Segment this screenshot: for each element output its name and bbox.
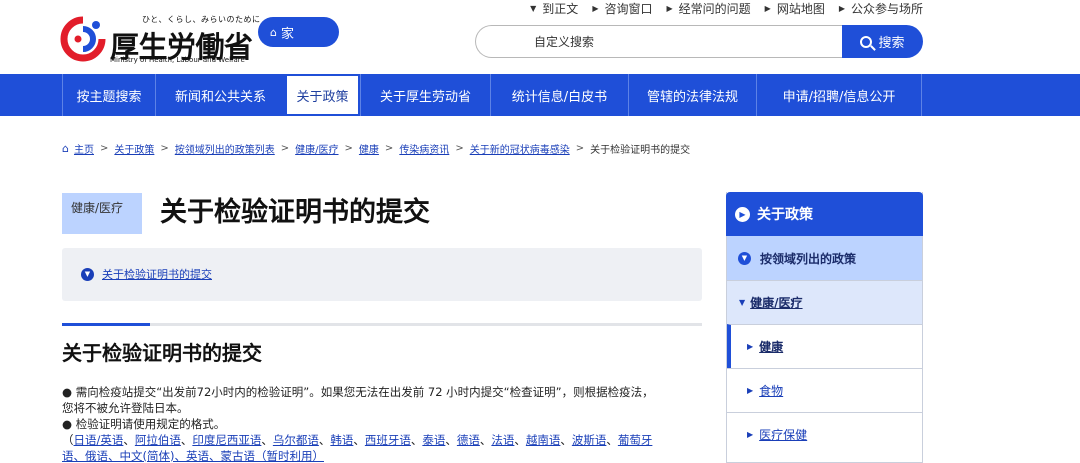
language-links-continued[interactable]: 语、俄语、中文(简体)、英语、蒙古语（暂时利用） <box>62 448 702 463</box>
language-link[interactable]: 印度尼西亚语 <box>192 433 261 447</box>
ministry-logo[interactable]: ひと、くらし、みらいのために 厚生労働省 Ministry of Health,… <box>60 14 260 66</box>
breadcrumb-separator: > <box>455 142 464 154</box>
language-links: （日语/英语、阿拉伯语、印度尼西亚语、乌尔都语、韩语、西班牙语、泰语、德语、法语… <box>62 433 653 447</box>
triangle-right-icon: ▶ <box>764 3 771 13</box>
nav-item-topic-search[interactable]: 按主题搜索 <box>62 74 155 116</box>
breadcrumb-separator: > <box>280 142 290 154</box>
utility-link-main-content[interactable]: ▼ 到正文 <box>530 0 578 17</box>
page-title: 关于检验证明书的提交 <box>160 197 430 228</box>
triangle-right-icon: ▶ <box>747 430 754 439</box>
utility-link-faq[interactable]: ▶ 经常问的问题 <box>666 0 750 17</box>
triangle-right-icon: ▶ <box>747 386 754 395</box>
logo-english-name: Ministry of Health, Labour and Welfare <box>110 56 245 64</box>
nav-item-statistics[interactable]: 统计信息/白皮书 <box>490 74 628 116</box>
side-nav: ▶ 关于政策 ▼ 按领域列出的政策 ▼ 健康/医疗 ▶ 健康 ▶ 食物 ▶ 医疗… <box>726 192 923 463</box>
utility-link-contact[interactable]: ▶ 咨询窗口 <box>592 0 652 17</box>
home-icon: ⌂ <box>270 25 277 39</box>
side-nav-title[interactable]: ▶ 关于政策 <box>726 192 923 236</box>
chevron-down-icon: ▼ <box>738 251 751 265</box>
triangle-right-icon: ▶ <box>666 3 673 13</box>
ministry-logo-mark-icon <box>60 16 106 62</box>
language-link[interactable]: 葡萄牙 <box>618 433 653 447</box>
chevron-down-icon: ▼ <box>81 267 94 281</box>
search-icon <box>860 35 873 48</box>
side-nav-item-health[interactable]: ▶ 健康 <box>727 324 922 368</box>
home-label: 家 <box>280 26 294 42</box>
nav-item-policy[interactable]: 关于政策 <box>285 74 360 116</box>
language-link[interactable]: 德语 <box>457 433 480 447</box>
breadcrumb-link-policy-list[interactable]: 按领域列出的政策列表 <box>175 141 275 156</box>
nav-item-news[interactable]: 新闻和公共关系 <box>155 74 285 116</box>
triangle-right-icon: ▼ <box>530 3 537 13</box>
language-link[interactable]: 波斯语 <box>572 433 607 447</box>
breadcrumb-link-policy[interactable]: 关于政策 <box>114 141 154 156</box>
side-nav-policy-by-field[interactable]: ▼ 按领域列出的政策 <box>727 236 922 280</box>
section-divider <box>62 323 702 326</box>
breadcrumb-separator: > <box>160 142 169 154</box>
paragraph-line: ● 检验证明请使用规定的格式。 <box>62 417 226 431</box>
language-link[interactable]: 法语 <box>491 433 514 447</box>
table-of-contents: ▼ 关于检验证明书的提交 <box>62 248 702 301</box>
language-link[interactable]: 日语/英语 <box>74 433 124 447</box>
breadcrumb-separator: > <box>384 142 394 154</box>
category-label: 健康/医疗 <box>62 193 142 234</box>
breadcrumb-current: 关于检验证明书的提交 <box>590 144 691 156</box>
paragraph-line: 您将不被允许登陆日本。 <box>62 401 189 415</box>
site-header: ひと、くらし、みらいのために 厚生労働省 Ministry of Health,… <box>0 0 1080 74</box>
section-heading: 关于检验证明书的提交 <box>62 341 262 365</box>
utility-link-public-participation[interactable]: ▶ 公众参与场所 <box>839 0 923 17</box>
breadcrumb-separator: > <box>344 142 353 154</box>
breadcrumb-link-health[interactable]: 健康 <box>359 141 379 156</box>
utility-link-sitemap[interactable]: ▶ 网站地图 <box>765 0 825 17</box>
language-link[interactable]: 韩语 <box>330 433 353 447</box>
body-text: ● 需向检疫站提交“出发前72小时内的检验证明”。如果您无法在出发前 72 小时… <box>62 384 702 463</box>
breadcrumb-link-coronavirus[interactable]: 关于新的冠状病毒感染 <box>470 141 570 156</box>
nav-item-about-ministry[interactable]: 关于厚生劳动省 <box>360 74 490 116</box>
global-nav: 按主题搜索 新闻和公共关系 关于政策 关于厚生劳动省 统计信息/白皮书 管辖的法… <box>0 74 1080 116</box>
search-button[interactable]: 搜索 <box>842 25 923 58</box>
breadcrumb-link-home[interactable]: 主页 <box>74 141 94 156</box>
breadcrumb-separator: > <box>99 142 109 154</box>
home-icon: ⌂ <box>62 141 69 155</box>
nav-item-laws[interactable]: 管辖的法律法规 <box>628 74 756 116</box>
breadcrumb: ⌂ 主页 > 关于政策 > 按领域列出的政策列表 > 健康/医疗 > 健康 > … <box>62 141 691 156</box>
side-nav-item-medical-care[interactable]: ▶ 医疗保健 <box>727 412 922 456</box>
language-link[interactable]: 西班牙语 <box>365 433 411 447</box>
side-nav-health-medical[interactable]: ▼ 健康/医疗 <box>727 280 922 324</box>
language-link[interactable]: 乌尔都语 <box>273 433 319 447</box>
language-link[interactable]: 泰语 <box>422 433 445 447</box>
language-link[interactable]: 阿拉伯语 <box>135 433 181 447</box>
section-divider-accent <box>62 323 150 326</box>
utility-links: ▼ 到正文 ▶ 咨询窗口 ▶ 经常问的问题 ▶ 网站地图 ▶ 公众参与场所 <box>530 0 923 16</box>
triangle-right-icon: ▶ <box>838 3 845 13</box>
home-button[interactable]: ⌂ 家 <box>258 17 339 47</box>
breadcrumb-link-health-medical[interactable]: 健康/医疗 <box>295 141 338 156</box>
breadcrumb-separator: > <box>575 142 585 154</box>
triangle-down-icon: ▼ <box>739 298 746 307</box>
nav-item-applications[interactable]: 申请/招聘/信息公开 <box>756 74 922 116</box>
arrow-right-circle-icon: ▶ <box>735 206 750 222</box>
side-nav-item-food[interactable]: ▶ 食物 <box>727 368 922 412</box>
triangle-right-icon: ▶ <box>592 3 599 13</box>
toc-item[interactable]: ▼ 关于检验证明书的提交 <box>81 266 212 282</box>
breadcrumb-link-infectious-disease[interactable]: 传染病资讯 <box>399 141 449 156</box>
paragraph-line: ● 需向检疫站提交“出发前72小时内的检验证明”。如果您无法在出发前 72 小时… <box>62 385 654 399</box>
search-input[interactable]: 自定义搜索 <box>475 25 845 58</box>
language-link[interactable]: 越南语 <box>526 433 561 447</box>
triangle-right-icon: ▶ <box>747 342 754 351</box>
